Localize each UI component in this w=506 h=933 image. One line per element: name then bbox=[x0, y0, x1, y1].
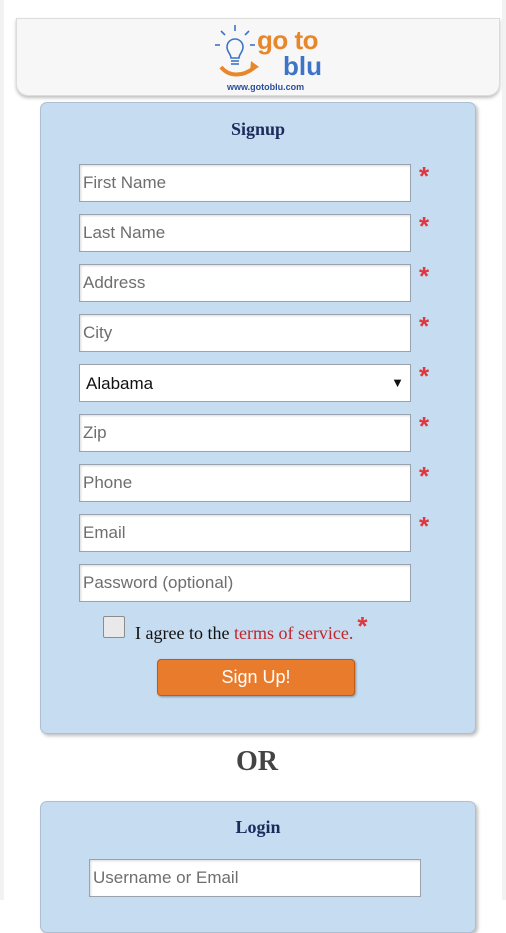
username-input[interactable] bbox=[89, 859, 421, 897]
required-marker: * bbox=[419, 261, 430, 291]
agree-text: I agree to the bbox=[135, 623, 234, 643]
required-marker: * bbox=[419, 511, 430, 541]
email-input[interactable] bbox=[79, 514, 411, 552]
login-title: Login bbox=[235, 817, 281, 837]
gotoblu-logo[interactable]: go to blu www.gotoblu.com bbox=[215, 23, 335, 93]
password-input[interactable] bbox=[79, 564, 411, 602]
signup-panel: Signup * * * * Alabama ▼ * * * * I agree… bbox=[40, 102, 476, 734]
required-marker: * bbox=[419, 361, 430, 391]
state-select[interactable]: Alabama ▼ bbox=[79, 364, 411, 402]
zip-input[interactable] bbox=[79, 414, 411, 452]
logo-text-blu: blu bbox=[283, 51, 322, 81]
required-marker: * bbox=[419, 311, 430, 341]
first-name-input[interactable] bbox=[79, 164, 411, 202]
logo-text-goto: go to bbox=[257, 25, 319, 55]
login-panel: Login bbox=[40, 801, 476, 933]
required-marker: * bbox=[419, 411, 430, 441]
or-divider: OR bbox=[236, 746, 278, 777]
required-marker: * bbox=[357, 611, 368, 641]
terms-of-service-link[interactable]: terms of service. bbox=[234, 623, 353, 643]
city-input[interactable] bbox=[79, 314, 411, 352]
last-name-input[interactable] bbox=[79, 214, 411, 252]
signup-title: Signup bbox=[230, 119, 286, 139]
address-input[interactable] bbox=[79, 264, 411, 302]
agree-checkbox[interactable] bbox=[103, 616, 125, 638]
lightbulb-icon bbox=[215, 25, 259, 77]
header-bar: go to blu www.gotoblu.com bbox=[16, 18, 500, 96]
required-marker: * bbox=[419, 161, 430, 191]
required-marker: * bbox=[419, 211, 430, 241]
required-marker: * bbox=[419, 461, 430, 491]
phone-input[interactable] bbox=[79, 464, 411, 502]
agree-label: I agree to the terms of service. * bbox=[135, 611, 368, 654]
signup-button[interactable]: Sign Up! bbox=[157, 659, 355, 696]
state-select-value: Alabama bbox=[86, 374, 154, 393]
dropdown-arrow-icon: ▼ bbox=[391, 375, 404, 390]
logo-url: www.gotoblu.com bbox=[227, 82, 305, 92]
